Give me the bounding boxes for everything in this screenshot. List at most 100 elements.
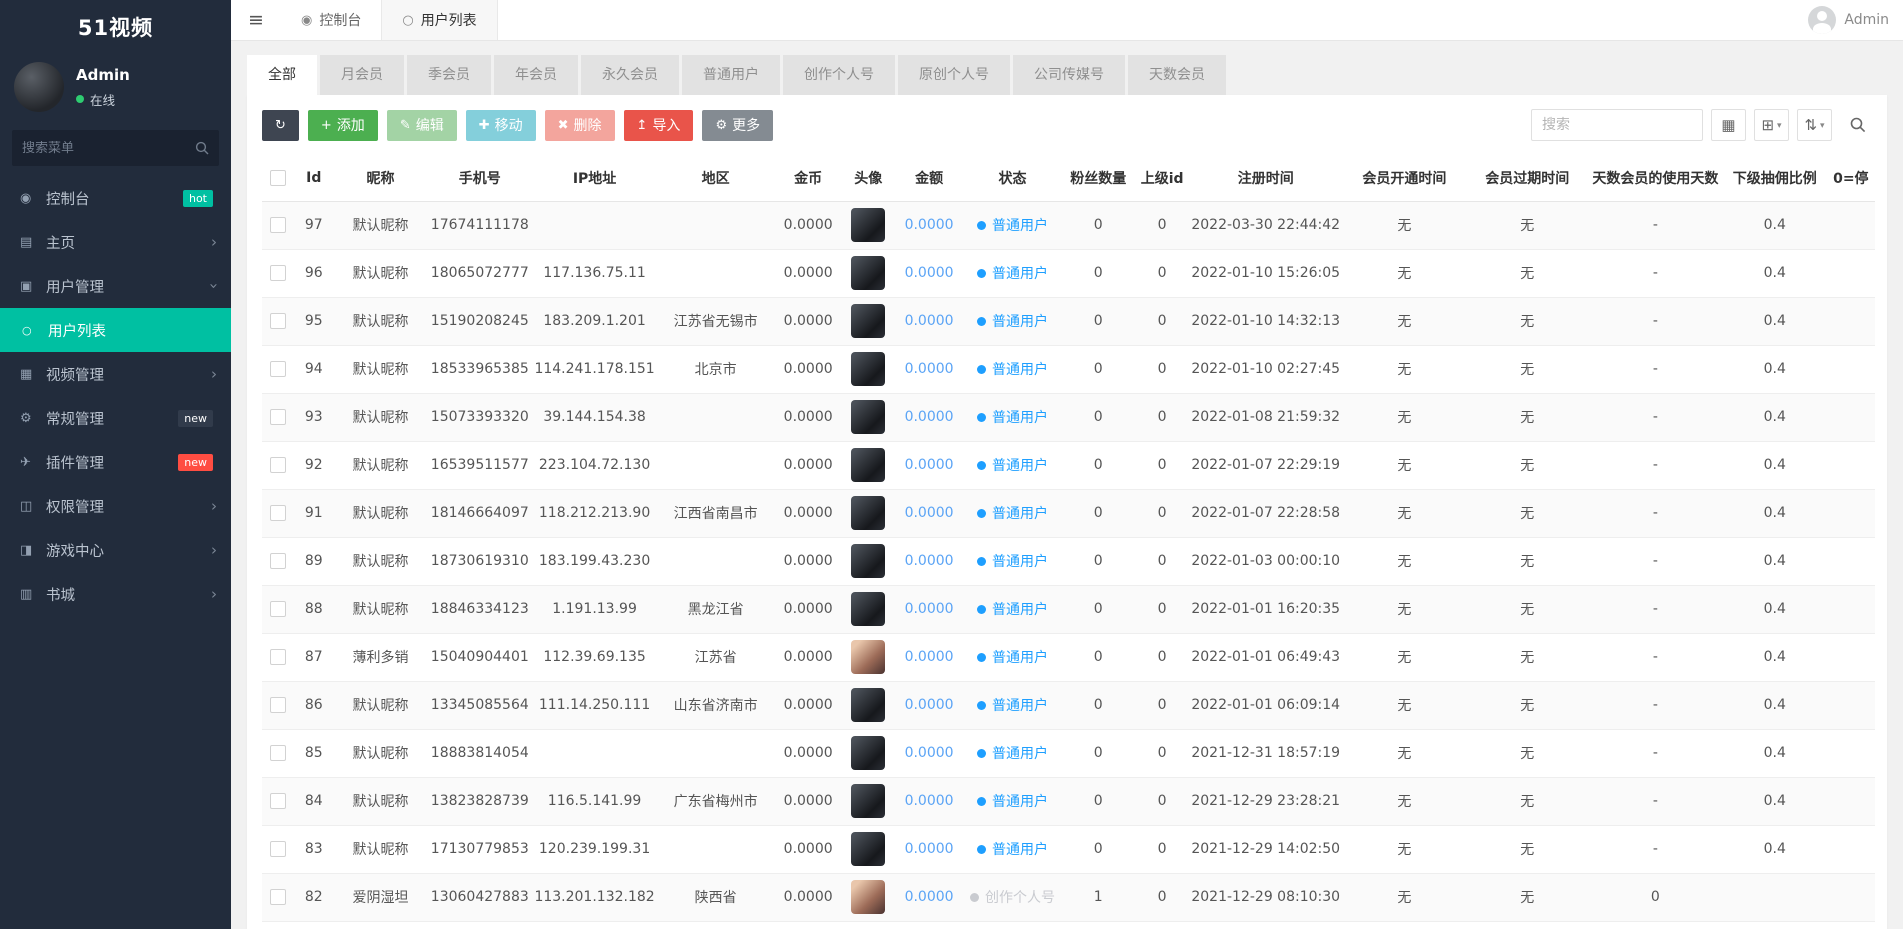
- sidebar-item-plugin-mgmt[interactable]: ✈ 插件管理 new: [0, 440, 231, 484]
- chevron-down-icon: ▾: [1777, 120, 1782, 131]
- filter-tab[interactable]: 创作个人号: [783, 55, 895, 95]
- users-icon: ▣: [20, 279, 46, 294]
- status-label: 普通用户: [992, 695, 1048, 715]
- filter-tab[interactable]: 年会员: [494, 55, 578, 95]
- amount-link[interactable]: 0.0000: [905, 217, 954, 233]
- amount-link[interactable]: 0.0000: [905, 553, 954, 569]
- refresh-button[interactable]: ↻: [262, 110, 299, 141]
- admin-username[interactable]: Admin: [1844, 12, 1889, 28]
- amount-link[interactable]: 0.0000: [905, 409, 954, 425]
- filter-tab[interactable]: 永久会员: [581, 55, 679, 95]
- more-button[interactable]: ⚙更多: [702, 110, 773, 141]
- cell-flag: [1827, 345, 1875, 393]
- filter-tab[interactable]: 月会员: [320, 55, 404, 95]
- cell-nickname: 默认昵称: [334, 249, 427, 297]
- user-avatar[interactable]: [851, 496, 885, 530]
- filter-tab[interactable]: 全部: [247, 55, 317, 95]
- search-button[interactable]: [1840, 109, 1875, 141]
- sidebar-item-game-center[interactable]: ◨ 游戏中心 ›: [0, 528, 231, 572]
- edit-button[interactable]: ✎编辑: [387, 110, 457, 141]
- sidebar-item-general-mgmt[interactable]: ⚙ 常规管理 new: [0, 396, 231, 440]
- row-checkbox[interactable]: [270, 793, 286, 809]
- sidebar-item-user-mgmt[interactable]: ▣ 用户管理 ›: [0, 264, 231, 308]
- profile-avatar[interactable]: [14, 62, 64, 112]
- sidebar-item-video-mgmt[interactable]: ▦ 视频管理 ›: [0, 352, 231, 396]
- move-button[interactable]: ✚移动: [466, 110, 536, 141]
- sort-view-button[interactable]: ⇅▾: [1797, 109, 1832, 141]
- sidebar-item-book-city[interactable]: ▥ 书城 ›: [0, 572, 231, 616]
- sidebar-item-permission-mgmt[interactable]: ◫ 权限管理 ›: [0, 484, 231, 528]
- sidebar-item-user-list[interactable]: ○ 用户列表: [0, 308, 231, 352]
- user-avatar[interactable]: [851, 544, 885, 578]
- row-checkbox[interactable]: [270, 889, 286, 905]
- row-checkbox[interactable]: [270, 265, 286, 281]
- admin-avatar[interactable]: [1808, 6, 1836, 34]
- filter-tab[interactable]: 季会员: [407, 55, 491, 95]
- user-avatar[interactable]: [851, 208, 885, 242]
- status-label: 普通用户: [992, 503, 1048, 523]
- settings-icon: ⚙: [20, 411, 46, 426]
- amount-link[interactable]: 0.0000: [905, 745, 954, 761]
- cell-vip-end: 无: [1467, 441, 1588, 489]
- amount-link[interactable]: 0.0000: [905, 601, 954, 617]
- filter-tab[interactable]: 原创个人号: [898, 55, 1010, 95]
- user-avatar[interactable]: [851, 304, 885, 338]
- cell-region: [657, 441, 775, 489]
- import-button[interactable]: ↥导入: [624, 110, 694, 141]
- hamburger-menu-icon[interactable]: ≡: [231, 0, 281, 40]
- filter-tab[interactable]: 公司传媒号: [1013, 55, 1125, 95]
- row-checkbox[interactable]: [270, 553, 286, 569]
- user-avatar[interactable]: [851, 688, 885, 722]
- cell-phone: 13060427883: [427, 873, 532, 921]
- filter-tab[interactable]: 天数会员: [1128, 55, 1226, 95]
- table-view-button[interactable]: ▦: [1711, 109, 1746, 141]
- user-avatar[interactable]: [851, 784, 885, 818]
- amount-link[interactable]: 0.0000: [905, 361, 954, 377]
- sidebar-item-home[interactable]: ▤ 主页 ›: [0, 220, 231, 264]
- filter-tab[interactable]: 普通用户: [682, 55, 780, 95]
- row-checkbox[interactable]: [270, 841, 286, 857]
- row-checkbox[interactable]: [270, 649, 286, 665]
- user-avatar[interactable]: [851, 880, 885, 914]
- user-avatar[interactable]: [851, 256, 885, 290]
- row-checkbox[interactable]: [270, 505, 286, 521]
- select-all-checkbox[interactable]: [270, 170, 286, 186]
- cell-region: [657, 825, 775, 873]
- row-checkbox[interactable]: [270, 217, 286, 233]
- row-checkbox[interactable]: [270, 409, 286, 425]
- cell-ip: 223.104.72.130: [532, 441, 656, 489]
- status-label: 普通用户: [992, 311, 1048, 331]
- add-button[interactable]: +添加: [308, 110, 378, 141]
- amount-link[interactable]: 0.0000: [905, 457, 954, 473]
- user-avatar[interactable]: [851, 592, 885, 626]
- user-avatar[interactable]: [851, 400, 885, 434]
- user-avatar[interactable]: [851, 736, 885, 770]
- table-search-input[interactable]: [1531, 109, 1703, 141]
- amount-link[interactable]: 0.0000: [905, 793, 954, 809]
- user-avatar[interactable]: [851, 352, 885, 386]
- user-avatar[interactable]: [851, 832, 885, 866]
- amount-link[interactable]: 0.0000: [905, 697, 954, 713]
- user-avatar[interactable]: [851, 640, 885, 674]
- user-avatar[interactable]: [851, 448, 885, 482]
- amount-link[interactable]: 0.0000: [905, 841, 954, 857]
- row-checkbox[interactable]: [270, 697, 286, 713]
- tab-console[interactable]: ◉控制台: [281, 0, 381, 40]
- menu-search-input[interactable]: [22, 141, 195, 156]
- cell-coin: 0.0000: [775, 441, 842, 489]
- grid-view-button[interactable]: ⊞▾: [1754, 109, 1789, 141]
- sidebar-item-console[interactable]: ◉ 控制台 hot: [0, 176, 231, 220]
- row-checkbox[interactable]: [270, 457, 286, 473]
- delete-button[interactable]: ✖删除: [545, 110, 615, 141]
- cell-ratio: 0.4: [1723, 681, 1827, 729]
- amount-link[interactable]: 0.0000: [905, 505, 954, 521]
- row-checkbox[interactable]: [270, 313, 286, 329]
- row-checkbox[interactable]: [270, 361, 286, 377]
- amount-link[interactable]: 0.0000: [905, 313, 954, 329]
- amount-link[interactable]: 0.0000: [905, 265, 954, 281]
- row-checkbox[interactable]: [270, 745, 286, 761]
- row-checkbox[interactable]: [270, 601, 286, 617]
- amount-link[interactable]: 0.0000: [905, 649, 954, 665]
- tab-user-list[interactable]: ○用户列表: [381, 0, 497, 40]
- amount-link[interactable]: 0.0000: [905, 889, 954, 905]
